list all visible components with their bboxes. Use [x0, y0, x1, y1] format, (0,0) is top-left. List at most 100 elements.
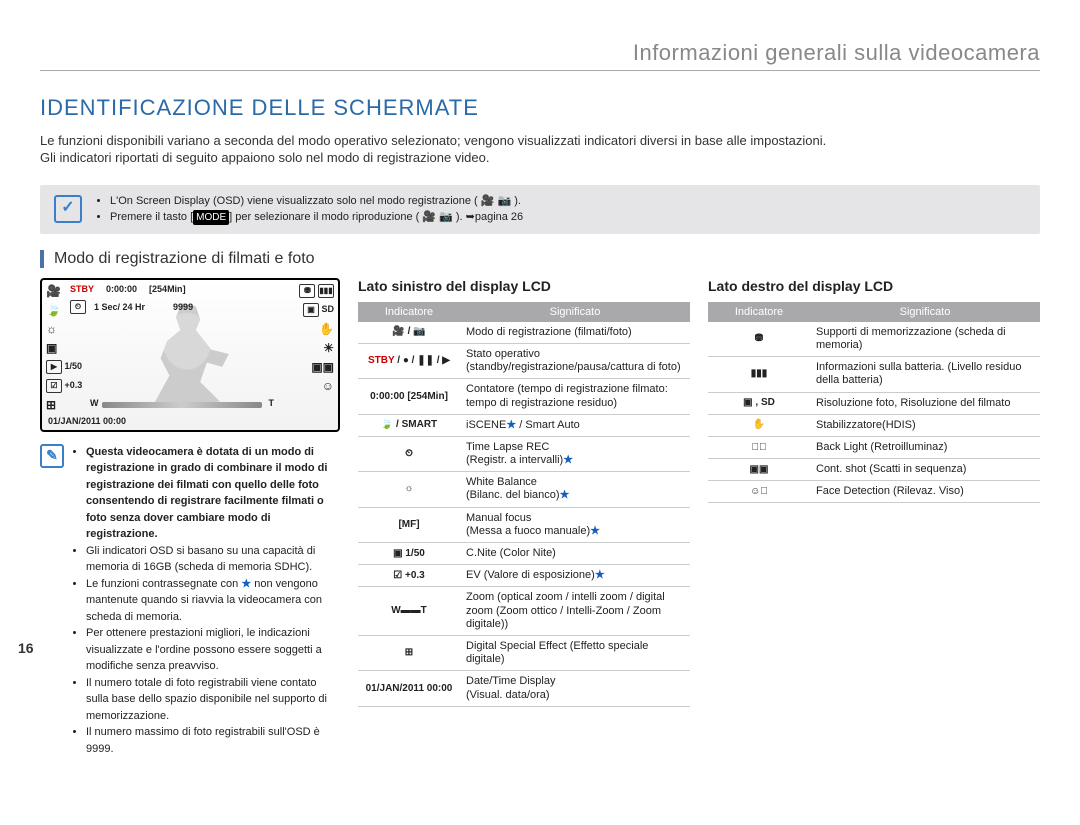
- right-table-title: Lato destro del display LCD: [708, 278, 1040, 294]
- indicator-cell: 🎥 / 📷: [358, 322, 460, 344]
- section-title: IDENTIFICAZIONE DELLE SCHERMATE: [40, 95, 1040, 121]
- silhouette-graphic: [132, 298, 242, 406]
- meaning-cell: EV (Valore di esposizione)★: [460, 565, 690, 587]
- page-number: 16: [18, 640, 34, 656]
- indicator-cell: 🍃 / SMART: [358, 414, 460, 436]
- interval-value: 1 Sec/ 24 Hr: [94, 302, 145, 312]
- indicator-cell: STBY / ● / ❚❚ / ▶: [358, 343, 460, 378]
- table-row: 0:00:00 [254Min]Contatore (tempo di regi…: [358, 379, 690, 414]
- timelapse-icon: ⏲: [70, 300, 86, 314]
- table-row: ▣▣Cont. shot (Scatti in sequenza): [708, 459, 1040, 481]
- table-row: STBY / ● / ❚❚ / ▶Stato operativo (standb…: [358, 343, 690, 378]
- th-indicator-r: Indicatore: [708, 302, 810, 322]
- hdis-icon: ✋: [319, 322, 334, 336]
- indicator-cell: ☑ +0.3: [358, 565, 460, 587]
- meaning-cell: Manual focus(Messa a fuoco manuale)★: [460, 507, 690, 542]
- table-row: ▮▮▮Informazioni sulla batteria. (Livello…: [708, 357, 1040, 392]
- note-icon: ✎: [40, 444, 64, 468]
- lcd-datetime: 01/JAN/2011 00:00: [48, 416, 126, 426]
- indicator-cell: ▣ , SD: [708, 392, 810, 414]
- cont-shot-icon: ▣▣: [311, 360, 334, 374]
- meaning-cell: White Balance(Bilanc. del bianco)★: [460, 472, 690, 507]
- th-meaning: Significato: [460, 302, 690, 322]
- meaning-cell: Time Lapse REC(Registr. a intervalli)★: [460, 436, 690, 471]
- note-bullet: Il numero massimo di foto registrabili s…: [86, 724, 340, 757]
- table-row: ▣ , SDRisoluzione foto, Risoluzione del …: [708, 392, 1040, 414]
- th-indicator: Indicatore: [358, 302, 460, 322]
- chapter-title: Informazioni generali sulla videocamera: [40, 40, 1040, 71]
- table-row: ⛃Supporti di memorizzazione (scheda di m…: [708, 322, 1040, 357]
- meaning-cell: Digital Special Effect (Effetto speciale…: [460, 635, 690, 670]
- table-row: ▣ 1/50C.Nite (Color Nite): [358, 543, 690, 565]
- left-indicator-table: Indicatore Significato 🎥 / 📷Modo di regi…: [358, 302, 690, 707]
- info-bullet: L'On Screen Display (OSD) viene visualiz…: [110, 193, 1026, 210]
- left-table-title: Lato sinistro del display LCD: [358, 278, 690, 294]
- table-row: ⊞Digital Special Effect (Effetto special…: [358, 635, 690, 670]
- indicator-cell: ⛃: [708, 322, 810, 357]
- indicator-cell: ⊞: [358, 635, 460, 670]
- indicator-cell: ▣▣: [708, 459, 810, 481]
- table-row: ⏲Time Lapse REC(Registr. a intervalli)★: [358, 436, 690, 471]
- indicator-cell: ☺⃞: [708, 481, 810, 503]
- backlight-icon: ☀: [323, 341, 334, 355]
- indicator-cell: 0:00:00 [254Min]: [358, 379, 460, 414]
- meaning-cell: Back Light (Retroilluminaz): [810, 436, 1040, 458]
- indicator-cell: W▬▬T: [358, 587, 460, 636]
- meaning-cell: Zoom (optical zoom / intelli zoom / digi…: [460, 587, 690, 636]
- table-row: 🍃 / SMARTiSCENE★ / Smart Auto: [358, 414, 690, 436]
- effect-icon: ⊞: [46, 398, 82, 412]
- storage-battery-icons: ⛃ ▮▮▮: [299, 284, 334, 298]
- intro-line1: Le funzioni disponibili variano a second…: [40, 133, 826, 148]
- indicator-cell: ▮▮▮: [708, 357, 810, 392]
- meaning-cell: Stabilizzatore(HDIS): [810, 414, 1040, 436]
- right-indicator-table: Indicatore Significato ⛃Supporti di memo…: [708, 302, 1040, 504]
- table-row: 01/JAN/2011 00:00Date/Time Display(Visua…: [358, 671, 690, 706]
- table-row: ☑ +0.3EV (Valore di esposizione)★: [358, 565, 690, 587]
- mf-icon: ▣: [46, 341, 82, 355]
- table-row: ☀⃞Back Light (Retroilluminaz): [708, 436, 1040, 458]
- indicator-cell: [MF]: [358, 507, 460, 542]
- note-box: ✎ Questa videocamera è dotata di un modo…: [40, 444, 340, 758]
- meaning-cell: Face Detection (Rilevaz. Viso): [810, 481, 1040, 503]
- ev-value: ☑ +0.3: [46, 379, 82, 393]
- indicator-cell: ▣ 1/50: [358, 543, 460, 565]
- indicator-cell: 01/JAN/2011 00:00: [358, 671, 460, 706]
- lcd-preview: 🎥 🍃 ☼ ▣ ▶ 1/50 ☑ +0.3 ⊞ STBY 0:00:00 [25…: [40, 278, 340, 432]
- th-meaning-r: Significato: [810, 302, 1040, 322]
- table-row: ☼White Balance(Bilanc. del bianco)★: [358, 472, 690, 507]
- table-row: ☺⃞Face Detection (Rilevaz. Viso): [708, 481, 1040, 503]
- resolution-icons: ▣ SD: [303, 303, 334, 317]
- rec-time: 0:00:00: [106, 284, 137, 294]
- meaning-cell: Date/Time Display(Visual. data/ora): [460, 671, 690, 706]
- note-bullet: Gli indicatori OSD si basano su una capa…: [86, 543, 340, 576]
- indicator-cell: ☀⃞: [708, 436, 810, 458]
- face-detect-icon: ☺: [322, 379, 334, 393]
- indicator-cell: ⏲: [358, 436, 460, 471]
- meaning-cell: Contatore (tempo di registrazione filmat…: [460, 379, 690, 414]
- meaning-cell: Informazioni sulla batteria. (Livello re…: [810, 357, 1040, 392]
- table-row: 🎥 / 📷Modo di registrazione (filmati/foto…: [358, 322, 690, 344]
- intro-text: Le funzioni disponibili variano a second…: [40, 133, 1040, 167]
- meaning-cell: Risoluzione foto, Risoluzione del filmat…: [810, 392, 1040, 414]
- info-bullet: Premere il tasto [MODE] per selezionare …: [110, 209, 1026, 226]
- meaning-cell: Stato operativo (standby/registrazione/p…: [460, 343, 690, 378]
- note-bullet: Le funzioni contrassegnate con ★ non ven…: [86, 576, 340, 626]
- zoom-bar: [102, 402, 262, 408]
- meaning-cell: Supporti di memorizzazione (scheda di me…: [810, 322, 1040, 357]
- check-icon: ✓: [54, 195, 82, 223]
- stby-label: STBY: [70, 284, 94, 294]
- time-remaining: [254Min]: [149, 284, 186, 294]
- meaning-cell: iSCENE★ / Smart Auto: [460, 414, 690, 436]
- table-row: [MF]Manual focus(Messa a fuoco manuale)★: [358, 507, 690, 542]
- cnite-value: ▶ 1/50: [46, 360, 82, 374]
- note-bullet: Il numero totale di foto registrabili vi…: [86, 675, 340, 725]
- note-bullet: Questa videocamera è dotata di un modo d…: [86, 444, 340, 543]
- meaning-cell: Modo di registrazione (filmati/foto): [460, 322, 690, 344]
- table-row: ✋Stabilizzatore(HDIS): [708, 414, 1040, 436]
- photo-count: 9999: [173, 302, 193, 312]
- wb-icon: ☼: [46, 322, 82, 336]
- note-bullet: Per ottenere prestazioni migliori, le in…: [86, 625, 340, 675]
- table-row: W▬▬TZoom (optical zoom / intelli zoom / …: [358, 587, 690, 636]
- meaning-cell: C.Nite (Color Nite): [460, 543, 690, 565]
- subsection-title: Modo di registrazione di filmati e foto: [40, 250, 1040, 268]
